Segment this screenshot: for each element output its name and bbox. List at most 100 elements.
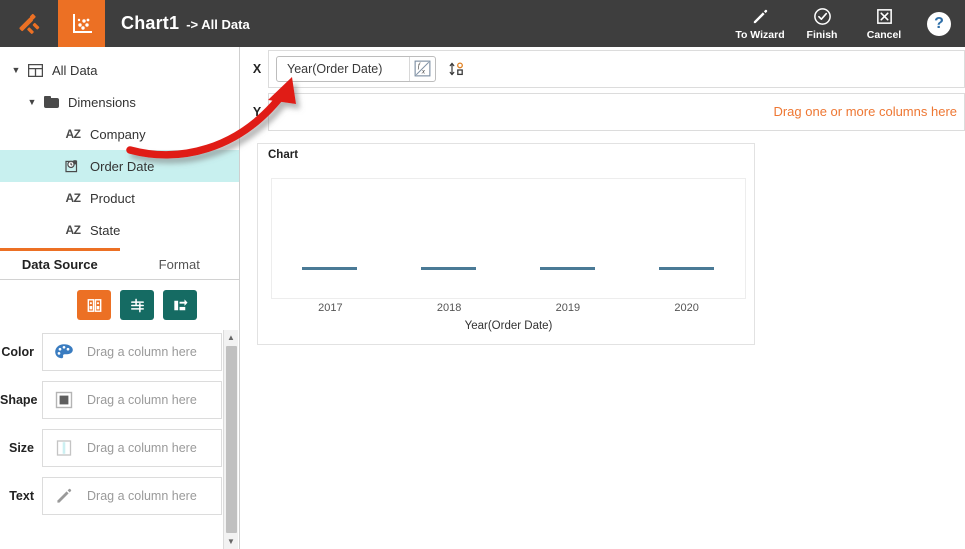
tree-label: Product <box>90 191 135 206</box>
chart-name: Chart1 <box>121 13 179 34</box>
panel-tabs: Data Source Format <box>0 249 239 280</box>
function-fx-icon[interactable]: f x <box>409 57 435 81</box>
x-tick-label: 2018 <box>390 302 509 314</box>
tree-label: All Data <box>52 63 98 78</box>
shelf-text-label: Text <box>0 489 42 503</box>
swap-rotate-icon <box>171 296 190 315</box>
chevron-down-icon[interactable]: ▼ <box>8 65 24 75</box>
scroll-down-icon[interactable]: ▼ <box>224 534 239 549</box>
app-header: Chart1 -> All Data To Wizard <box>0 0 965 47</box>
az-icon: AZ <box>62 223 84 237</box>
shelf-text-dropzone[interactable]: Drag a column here <box>42 477 222 515</box>
data-tree: ▼ All Data ▼ Dimensions ▶ AZ <box>0 47 239 278</box>
x-axis-title: Year(Order Date) <box>271 320 746 332</box>
scatter-chart-icon <box>70 12 94 36</box>
grid-table-icon <box>24 64 46 77</box>
data-mark <box>659 267 714 270</box>
date-clock-icon <box>62 159 84 173</box>
tree-label: Company <box>90 127 146 142</box>
shelf-color-dropzone[interactable]: Drag a column here <box>42 333 222 371</box>
x-field-pill[interactable]: Year(Order Date) f x <box>276 56 436 82</box>
shelf-size: Size Drag a column here <box>0 424 222 472</box>
shelf-shape-dropzone[interactable]: Drag a column here <box>42 381 222 419</box>
chart-title: Chart <box>258 144 754 161</box>
document-title: Chart1 -> All Data <box>121 13 250 34</box>
data-mark <box>302 267 357 270</box>
shelf-text: Text Drag a column here <box>0 472 222 520</box>
shelf-size-placeholder: Drag a column here <box>87 441 197 455</box>
wand-tools-icon <box>16 11 42 37</box>
y-shelf-placeholder: Drag one or more columns here <box>773 104 957 119</box>
to-wizard-button[interactable]: To Wizard <box>731 0 789 47</box>
data-mark <box>540 267 595 270</box>
encoding-shelves: Color Drag a column here Shape <box>0 328 222 520</box>
x-shelf-row: X Year(Order Date) f x <box>246 47 965 90</box>
left-panel-scrollbar[interactable]: ▲ ▼ <box>223 330 238 549</box>
chart-preview-card[interactable]: Chart 2017 2018 2019 2020 Year(Order Dat… <box>257 143 755 345</box>
az-icon: AZ <box>62 191 84 205</box>
x-tick-label: 2019 <box>509 302 628 314</box>
y-shelf-label: Y <box>246 105 268 119</box>
to-wizard-label: To Wizard <box>735 29 784 41</box>
folder-open-icon <box>40 96 62 108</box>
help-icon[interactable]: ? <box>927 12 951 36</box>
check-circle-icon <box>813 7 832 27</box>
x-tick-label: 2020 <box>627 302 746 314</box>
svg-text:f: f <box>418 61 421 70</box>
tab-data-source[interactable]: Data Source <box>0 249 120 279</box>
shelf-color-label: Color <box>0 345 42 359</box>
chart-bars-icon <box>85 296 104 315</box>
shelf-size-dropzone[interactable]: Drag a column here <box>42 429 222 467</box>
tree-label: State <box>90 223 120 238</box>
sort-ascending-icon[interactable] <box>445 57 469 81</box>
shelf-size-label: Size <box>0 441 42 455</box>
chevron-down-icon[interactable]: ▼ <box>24 97 40 107</box>
tree-label: Order Date <box>90 159 154 174</box>
cancel-label: Cancel <box>867 29 901 41</box>
tree-item-dimensions[interactable]: ▼ Dimensions <box>0 86 239 118</box>
scrollbar-thumb[interactable] <box>226 346 237 533</box>
chart-type-tile[interactable] <box>58 0 105 47</box>
finish-button[interactable]: Finish <box>793 0 851 47</box>
tree-item-product[interactable]: ▶ AZ Product <box>0 182 239 214</box>
app-root: Chart1 -> All Data To Wizard <box>0 0 965 549</box>
tree-item-company[interactable]: ▶ AZ Company <box>0 118 239 150</box>
swap-axes-button[interactable] <box>163 290 197 320</box>
az-icon: AZ <box>62 127 84 141</box>
x-field-label: Year(Order Date) <box>277 62 409 76</box>
tree-item-order-date[interactable]: ▶ Order Date <box>0 150 239 182</box>
chart-datasource: -> All Data <box>186 17 249 32</box>
cancel-button[interactable]: Cancel <box>855 0 913 47</box>
x-box-icon <box>875 7 894 27</box>
tree-item-state[interactable]: ▶ AZ State <box>0 214 239 246</box>
filter-button[interactable] <box>120 290 154 320</box>
x-tick-label: 2017 <box>271 302 390 314</box>
palette-icon <box>49 343 79 361</box>
size-bar-icon <box>49 438 79 458</box>
shelf-toolbar <box>0 282 239 328</box>
app-logo[interactable] <box>0 0 58 47</box>
header-actions: To Wizard Finish Cance <box>727 0 965 47</box>
y-shelf-dropzone[interactable]: Drag one or more columns here <box>268 93 965 131</box>
tab-format[interactable]: Format <box>120 249 240 279</box>
pencil-icon <box>49 486 79 506</box>
x-axis-ticks: 2017 2018 2019 2020 <box>271 302 746 314</box>
filter-lines-icon <box>128 296 147 315</box>
square-shape-icon <box>49 390 79 410</box>
tree-item-all-data[interactable]: ▼ All Data <box>0 54 239 86</box>
scroll-up-icon[interactable]: ▲ <box>224 330 239 345</box>
shelf-shape-placeholder: Drag a column here <box>87 393 197 407</box>
shelf-color: Color Drag a column here <box>0 328 222 376</box>
chart-bars-button[interactable] <box>77 290 111 320</box>
pencil-icon <box>751 7 770 27</box>
plot-area <box>271 178 746 299</box>
shelf-shape-label: Shape <box>0 393 42 407</box>
tree-label: Dimensions <box>68 95 136 110</box>
x-shelf-label: X <box>246 62 268 76</box>
shelf-text-placeholder: Drag a column here <box>87 489 197 503</box>
data-mark <box>421 267 476 270</box>
y-shelf-row: Y Drag one or more columns here <box>246 90 965 133</box>
axis-shelves: X Year(Order Date) f x <box>246 47 965 133</box>
finish-label: Finish <box>807 29 838 41</box>
x-shelf-dropzone[interactable]: Year(Order Date) f x <box>268 50 965 88</box>
